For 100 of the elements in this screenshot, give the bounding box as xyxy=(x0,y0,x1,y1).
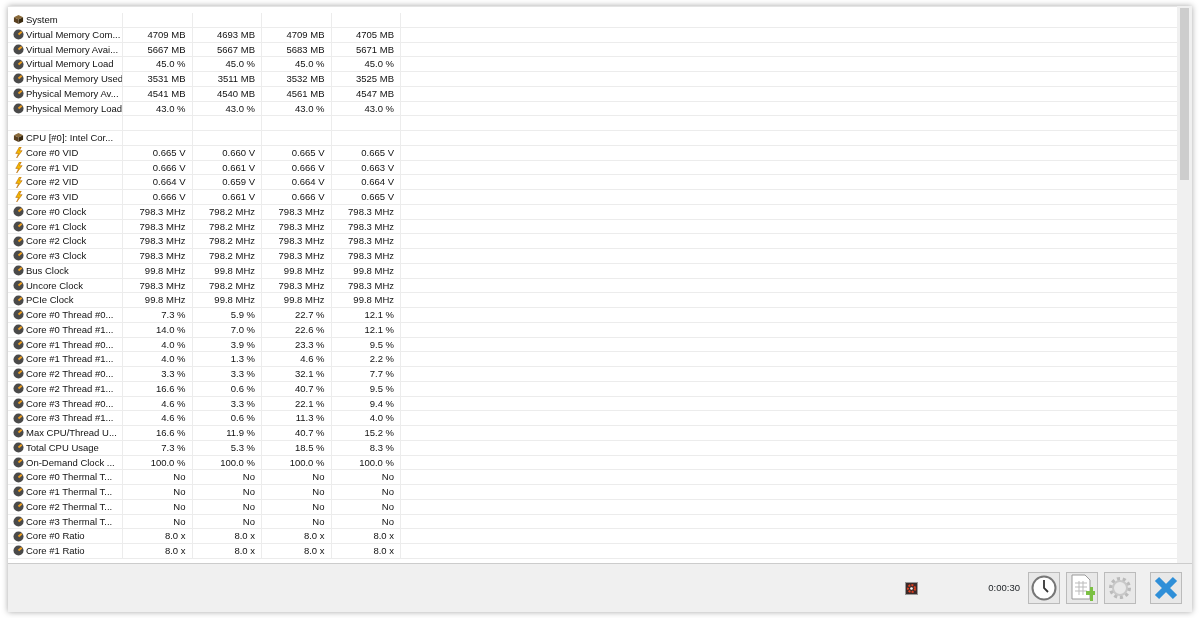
sensor-label: Core #2 Clock xyxy=(26,234,87,248)
sensor-value: 12.1 % xyxy=(364,309,394,320)
close-button[interactable] xyxy=(1150,572,1182,604)
sensor-label: Core #0 Thermal T... xyxy=(26,470,113,484)
sensor-value: 15.2 % xyxy=(364,427,394,438)
gauge-icon xyxy=(13,456,24,468)
sensor-value: No xyxy=(242,500,255,512)
sensor-value: 23.3 % xyxy=(294,338,325,350)
sensor-value: No xyxy=(381,486,394,497)
sensor-value: 8.0 x xyxy=(373,545,394,556)
sensor-value: No xyxy=(173,471,186,483)
sensor-value: 798.2 MHz xyxy=(209,235,255,247)
sensor-value: 43.0 % xyxy=(155,102,186,114)
sensor-value: 4540 MB xyxy=(216,87,255,99)
sensor-label: Core #1 Thread #1... xyxy=(26,352,114,366)
gauge-icon xyxy=(13,471,24,483)
sensor-value: 4561 MB xyxy=(286,87,325,99)
scrollbar-thumb[interactable] xyxy=(1180,8,1189,180)
sensor-value: 4541 MB xyxy=(147,87,186,99)
clock-button[interactable] xyxy=(1028,572,1060,604)
sensor-value: 4705 MB xyxy=(355,28,394,40)
sensor-label: Total CPU Usage xyxy=(26,440,99,455)
sensor-value: 5667 MB xyxy=(216,43,255,55)
gauge-icon xyxy=(13,486,24,498)
group-label: CPU [#0]: Intel Cor... xyxy=(26,131,114,145)
sensor-value: 5671 MB xyxy=(355,43,394,55)
sensor-value: 4.6 % xyxy=(161,412,186,424)
gauge-icon xyxy=(13,501,24,513)
sensor-value: 798.3 MHz xyxy=(348,279,394,291)
sensor-value: 0.659 V xyxy=(222,176,255,188)
sensor-value: 45.0 % xyxy=(364,58,394,70)
sensor-value: 8.3 % xyxy=(369,441,394,453)
sensor-label: Physical Memory Load xyxy=(26,101,122,116)
sensor-value: 4.6 % xyxy=(300,353,325,365)
sensor-value: 798.3 MHz xyxy=(139,279,186,291)
sensor-value: 100.0 % xyxy=(289,456,325,468)
sensor-value: 8.0 x xyxy=(234,545,255,556)
sensor-value: 0.663 V xyxy=(361,161,394,173)
sensor-value: 14.0 % xyxy=(155,323,186,335)
sensor-value: 798.3 MHz xyxy=(278,205,325,217)
gauge-icon xyxy=(13,545,24,557)
sensor-label: Virtual Memory Com... xyxy=(26,27,121,42)
sensor-value: 1.3 % xyxy=(230,353,255,365)
gauge-icon xyxy=(13,383,24,395)
sensor-value: 5.3 % xyxy=(230,441,255,453)
scrollbar[interactable] xyxy=(1177,6,1192,563)
sensor-value: 0.664 V xyxy=(361,176,394,188)
sensor-value: 16.6 % xyxy=(155,427,186,438)
sensor-value: 0.665 V xyxy=(361,146,394,158)
sensor-value: 5.9 % xyxy=(230,309,255,320)
sensor-value: 22.7 % xyxy=(294,309,325,320)
settings-button[interactable] xyxy=(1104,572,1136,604)
sensor-label: Core #0 VID xyxy=(26,145,79,160)
sensor-label: Core #0 Thread #1... xyxy=(26,322,114,337)
sensor-label: Core #3 Thermal T... xyxy=(26,514,113,529)
sensor-value: No xyxy=(242,471,255,483)
sensor-value: No xyxy=(173,515,186,527)
sensor-value: 798.3 MHz xyxy=(348,205,394,217)
sensor-value: 100.0 % xyxy=(359,456,394,468)
gauge-icon xyxy=(13,220,24,232)
sensor-value: No xyxy=(173,500,186,512)
sensor-label: Core #1 Ratio xyxy=(26,544,85,558)
sensor-value: 4.0 % xyxy=(369,412,394,424)
sensor-label: Bus Clock xyxy=(26,263,69,278)
sensor-label: Core #2 Thread #1... xyxy=(26,381,114,396)
sensor-value: 11.9 % xyxy=(226,427,255,438)
sensor-label: Uncore Clock xyxy=(26,278,84,293)
sensor-value: 5667 MB xyxy=(147,43,186,55)
sensor-value: 798.3 MHz xyxy=(139,235,186,247)
sensor-value: 798.3 MHz xyxy=(278,235,325,247)
sensor-value: 798.3 MHz xyxy=(278,220,325,232)
sensor-value: 4.6 % xyxy=(161,397,186,409)
sensor-value: 3.3 % xyxy=(161,368,186,379)
sensor-value: No xyxy=(381,471,394,483)
sensor-value: 99.8 MHz xyxy=(144,264,186,276)
new-log-button[interactable] xyxy=(1066,572,1098,604)
gauge-icon xyxy=(13,88,24,100)
lightning-icon xyxy=(13,161,24,173)
gauge-icon xyxy=(13,265,24,277)
gauge-icon xyxy=(13,324,24,336)
sensor-value: 16.6 % xyxy=(155,382,186,394)
gauge-icon xyxy=(13,43,24,55)
gauge-icon xyxy=(13,515,24,527)
sensor-value: 7.7 % xyxy=(369,368,394,379)
sensor-value: 4.0 % xyxy=(161,338,186,350)
sensor-value: 4709 MB xyxy=(286,28,325,40)
gauge-icon xyxy=(13,250,24,262)
sensor-value: 798.2 MHz xyxy=(209,279,255,291)
sensor-value: No xyxy=(242,486,255,497)
sensor-value: 3.9 % xyxy=(230,338,255,350)
sensor-value: No xyxy=(242,515,255,527)
sensor-value: 798.3 MHz xyxy=(139,205,186,217)
spreadsheet-add-icon xyxy=(1069,574,1095,602)
sensor-value: 0.665 V xyxy=(152,146,186,158)
sensor-value: No xyxy=(381,500,394,512)
sensor-value: 5683 MB xyxy=(286,43,325,55)
group-label: System xyxy=(26,13,58,27)
sensor-value: 45.0 % xyxy=(225,58,255,70)
sensor-value: 798.3 MHz xyxy=(139,220,186,232)
gauge-icon xyxy=(13,29,24,41)
